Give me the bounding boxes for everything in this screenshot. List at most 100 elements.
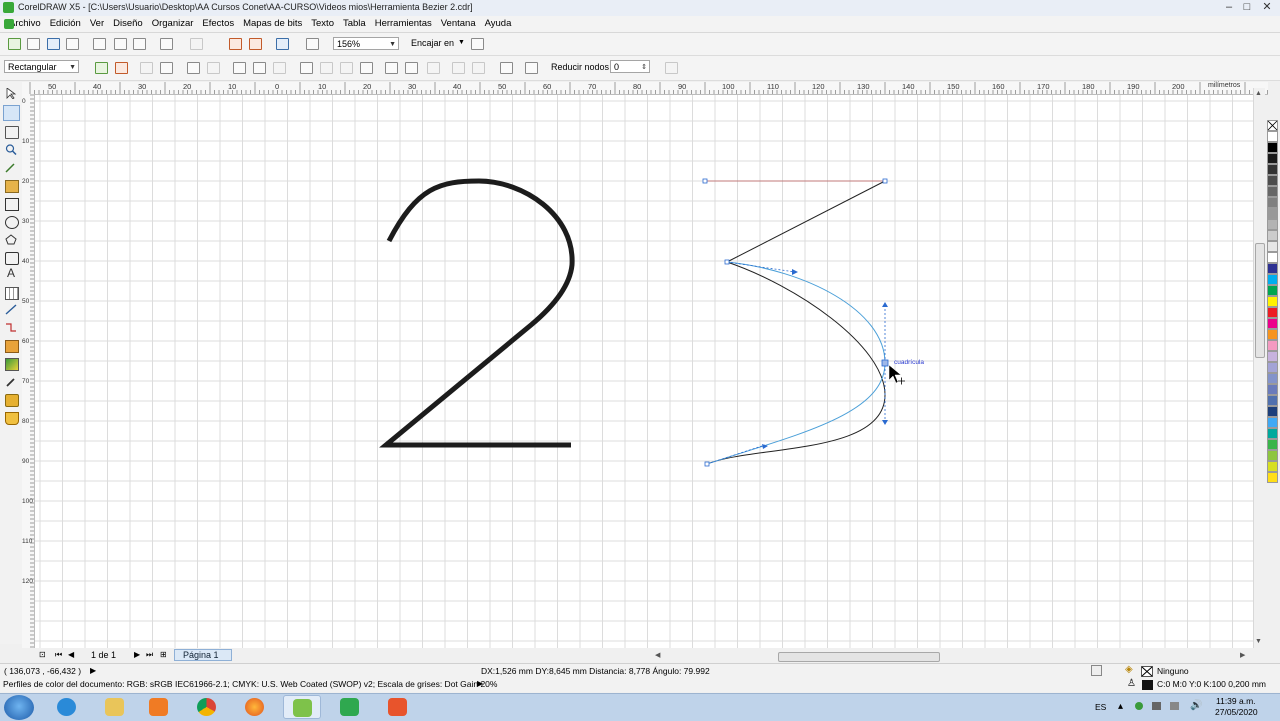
cut-icon[interactable] [93,38,106,50]
profile-expand-icon[interactable]: ▶ [477,679,483,688]
node-handle[interactable] [724,259,730,265]
status-expand-icon[interactable]: ▶ [90,666,96,675]
blend-tool-icon[interactable] [5,340,19,353]
color-swatch[interactable] [1267,428,1278,439]
basic-shapes-tool-icon[interactable] [5,252,19,265]
taskbar-media-player[interactable] [140,695,178,719]
pick-tool-icon[interactable] [5,88,17,99]
crop-tool-icon[interactable] [5,126,19,139]
color-swatch[interactable] [1267,384,1278,395]
menu-edicion[interactable]: Edición [50,16,81,32]
to-line-icon[interactable] [187,62,200,74]
paste-icon[interactable] [133,38,146,50]
color-swatch[interactable] [1267,230,1278,241]
grid-options-icon[interactable] [665,62,678,74]
taskbar-chrome[interactable] [188,695,226,719]
options-icon[interactable] [471,38,484,50]
fill-tool-icon[interactable] [5,412,19,425]
color-swatch[interactable] [1267,439,1278,450]
reduce-nodes-input[interactable]: 0 ⇕ [610,60,650,73]
transparency-tool-icon[interactable] [5,358,19,371]
start-button[interactable] [4,695,34,720]
color-swatch[interactable] [1267,285,1278,296]
selected-node-handle[interactable] [881,359,889,367]
connector-tool-icon[interactable] [5,322,17,333]
menu-tabla[interactable]: Tabla [343,16,366,32]
no-color-swatch[interactable] [1267,120,1278,131]
rectangle-tool-icon[interactable] [5,198,19,211]
delete-node-icon[interactable] [115,62,128,74]
menu-ayuda[interactable]: Ayuda [485,16,512,32]
taskbar-file-explorer[interactable] [96,695,134,719]
control-point-arrow[interactable] [882,420,888,425]
color-swatch[interactable] [1267,461,1278,472]
join-nodes-icon[interactable] [140,62,153,74]
color-swatch[interactable] [1267,406,1278,417]
color-swatch[interactable] [1267,142,1278,153]
horizontal-scroll-thumb[interactable] [778,652,940,662]
print-icon[interactable] [66,38,79,50]
color-swatch[interactable] [1267,329,1278,340]
close-curve-icon[interactable] [360,62,373,74]
snap-dropdown-icon[interactable]: ▼ [458,39,465,46]
break-curve-icon[interactable] [160,62,173,74]
color-swatch[interactable] [1267,241,1278,252]
doc-icon[interactable] [4,19,14,29]
menu-organizar[interactable]: Organizar [152,16,194,32]
tray-volume-icon[interactable]: 🔊 [1190,700,1202,711]
drawing-canvas[interactable]: cuadrícula [35,95,1253,648]
color-swatch[interactable] [1267,186,1278,197]
shape-tool-icon[interactable] [3,105,20,121]
smart-fill-tool-icon[interactable] [5,180,19,193]
parallel-dimension-tool-icon[interactable] [5,304,17,315]
smooth-node-icon[interactable] [253,62,266,74]
horizontal-ruler[interactable]: 50 40 30 20 10 0 10 20 30 40 50 60 70 80… [22,82,1268,95]
clock-time[interactable]: 11:39 a.m. [1216,696,1256,706]
symmetrical-node-icon[interactable] [273,62,286,74]
node-handle[interactable] [882,178,888,184]
vertical-scroll-thumb[interactable] [1255,243,1265,358]
taskbar-internet-explorer[interactable] [48,695,86,719]
control-point-arrow[interactable] [882,302,888,307]
tray-security-icon[interactable] [1135,702,1143,710]
node-handle[interactable] [704,461,710,467]
table-tool-icon[interactable] [5,287,19,300]
horizontal-reflect-icon[interactable] [452,62,465,74]
stretch-nodes-icon[interactable] [385,62,398,74]
save-icon[interactable] [47,38,60,50]
minimize-button[interactable]: – [1220,0,1238,16]
extract-subpath-icon[interactable] [340,62,353,74]
scroll-right-arrow[interactable]: ▶ [1240,651,1245,659]
menu-mapas-de-bits[interactable]: Mapas de bits [243,16,302,32]
elastic-mode-icon[interactable] [500,62,513,74]
reverse-direction-icon[interactable] [300,62,313,74]
color-swatch[interactable] [1267,153,1278,164]
color-swatch[interactable] [1267,263,1278,274]
ellipse-tool-icon[interactable] [5,216,19,229]
align-nodes-icon[interactable] [427,62,440,74]
scroll-left-arrow[interactable]: ◀ [655,651,660,659]
rotate-nodes-icon[interactable] [405,62,418,74]
lower-curve-path[interactable] [706,261,886,465]
maximize-button[interactable]: □ [1238,0,1256,16]
vertical-ruler[interactable]: 0 10 20 30 40 50 60 70 80 90 100 110 120 [22,94,35,648]
redo-icon[interactable] [190,38,203,50]
color-swatch[interactable] [1267,318,1278,329]
scroll-down-arrow[interactable]: ▼ [1255,638,1262,645]
clock-date[interactable]: 27/05/2020 [1215,707,1258,717]
color-settings-icon[interactable] [1091,665,1102,676]
color-swatch[interactable] [1267,362,1278,373]
extend-curve-icon[interactable] [320,62,333,74]
page-tab[interactable]: Página 1 [174,649,232,661]
color-swatch[interactable] [1267,395,1278,406]
color-swatch[interactable] [1267,208,1278,219]
vertical-reflect-icon[interactable] [472,62,485,74]
add-page-button[interactable]: ⊞ [160,650,167,659]
color-swatch[interactable] [1267,219,1278,230]
color-swatch[interactable] [1267,373,1278,384]
previous-page-button[interactable]: ◀ [68,650,74,659]
color-swatch[interactable] [1267,340,1278,351]
color-swatch[interactable] [1267,307,1278,318]
control-point-arrow[interactable] [792,269,798,275]
color-swatch[interactable] [1267,197,1278,208]
